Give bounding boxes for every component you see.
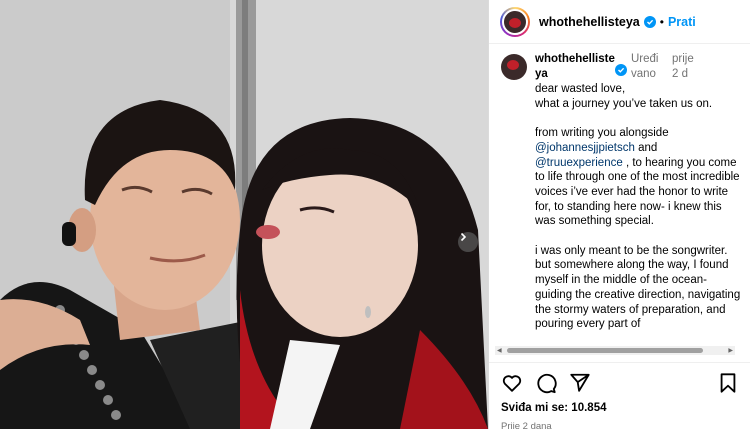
scroll-right-icon[interactable]: ▶: [728, 347, 733, 354]
follow-button[interactable]: Prati: [668, 15, 696, 29]
caption-text-segment: from writing you alongside: [535, 127, 669, 140]
scroll-left-icon[interactable]: ◀: [497, 347, 502, 354]
caption-text: dear wasted love, what a journey you’ve …: [535, 82, 745, 332]
caption-avatar[interactable]: [501, 54, 527, 80]
heart-icon[interactable]: [501, 372, 523, 394]
caption-time: prije 2 d: [672, 53, 694, 80]
edited-label: Uređivano: [631, 53, 659, 80]
actions-bar: Sviđa mi se: 10.854 Prije 2 dana: [489, 362, 750, 429]
verified-badge-icon: [643, 15, 656, 28]
header-username[interactable]: whothehellisteya: [539, 15, 640, 29]
caption-line: what a journey you’ve taken us on.: [535, 97, 713, 110]
caption-text-segment: and: [634, 141, 658, 154]
comment-icon[interactable]: [535, 372, 557, 394]
post-photo: [0, 0, 488, 429]
caption-username[interactable]: whothehellisteya: [535, 52, 615, 82]
caption-paragraph: i was only meant to be the songwriter. b…: [535, 244, 741, 331]
verified-badge-icon: [615, 64, 627, 76]
separator-dot: •: [659, 14, 664, 29]
send-icon[interactable]: [569, 372, 591, 394]
carousel-next-button[interactable]: [458, 232, 478, 252]
caption-area: whothehellisteya Uređivano prije 2 d dea…: [489, 52, 750, 352]
avatar[interactable]: [500, 6, 530, 37]
caption-line: dear wasted love,: [535, 83, 626, 95]
likes-count[interactable]: Sviđa mi se: 10.854: [501, 402, 739, 414]
scrollbar-thumb[interactable]: [507, 348, 703, 353]
bookmark-icon[interactable]: [717, 372, 739, 394]
post-side-panel: whothehellisteya • Prati whothehellistey…: [488, 0, 750, 429]
mention-link[interactable]: @johannesjjpietsch: [535, 142, 635, 154]
horizontal-scrollbar[interactable]: ◀ ▶: [495, 346, 735, 355]
photo-illustration: [0, 0, 488, 429]
mention-link[interactable]: @truuexperience: [535, 157, 623, 169]
post-time: Prije 2 dana: [501, 421, 552, 429]
post-header: whothehellisteya • Prati: [489, 0, 750, 44]
